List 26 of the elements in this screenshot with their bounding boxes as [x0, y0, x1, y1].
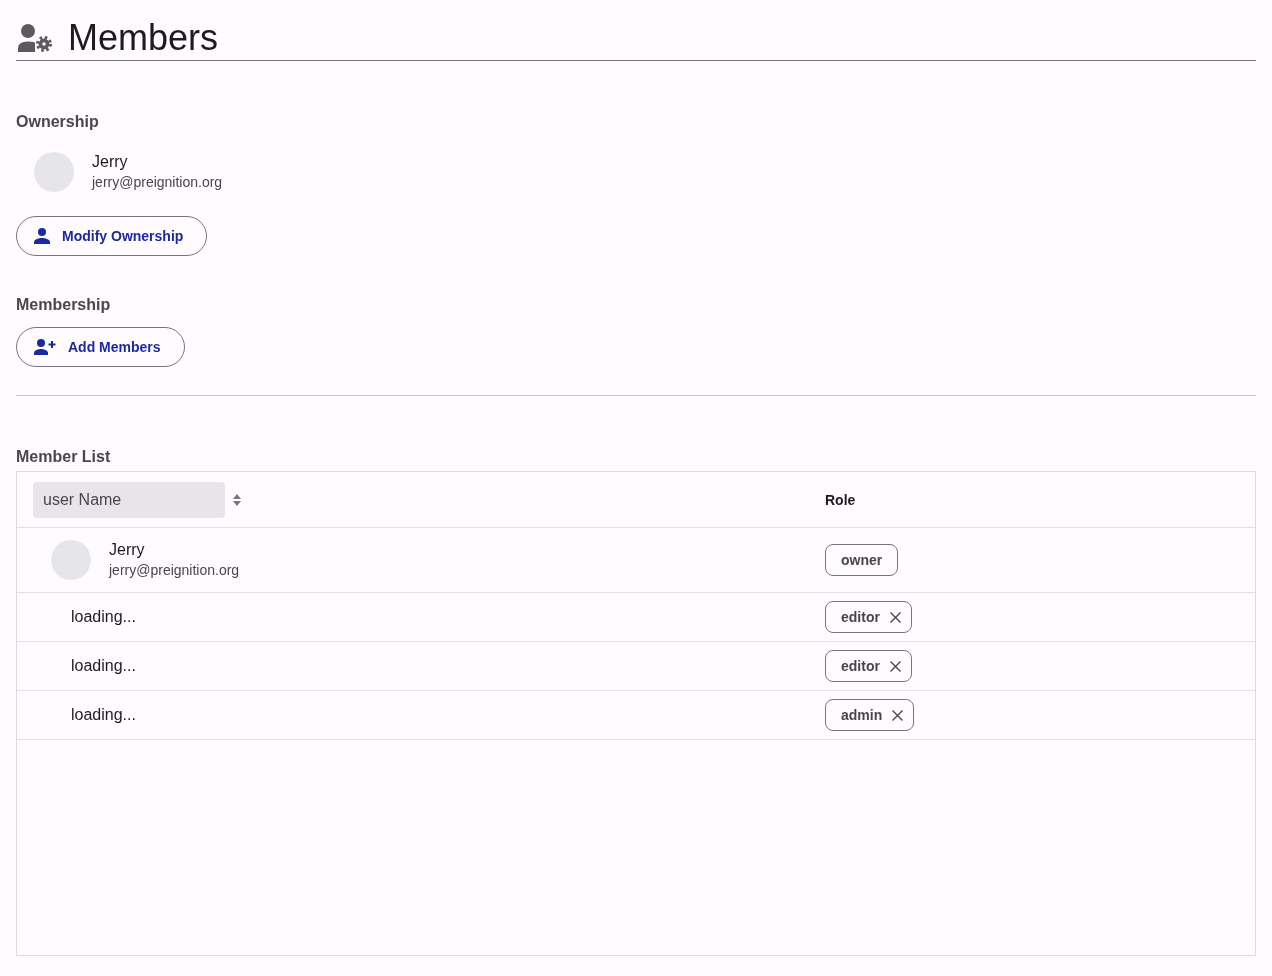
role-chip[interactable]: admin	[825, 699, 915, 731]
role-chip[interactable]: editor	[825, 650, 912, 682]
person-gear-icon	[18, 24, 52, 52]
member-name: Jerry	[109, 540, 146, 560]
sort-header-button[interactable]: user Name	[33, 481, 225, 518]
avatar-icon	[34, 152, 74, 192]
member-email: jerry@preignition.org	[109, 561, 240, 580]
page-title: Members	[68, 16, 219, 60]
owner-email: jerry@preignition.org	[92, 173, 223, 192]
loading-text: loading...	[71, 706, 136, 724]
close-icon[interactable]	[889, 611, 901, 623]
section-heading: Membership	[16, 295, 112, 315]
role-chip[interactable]: editor	[825, 601, 912, 633]
sort-icon[interactable]	[233, 493, 241, 506]
add-person-icon	[34, 339, 56, 355]
close-icon[interactable]	[892, 709, 904, 721]
loading-text: loading...	[71, 608, 136, 626]
loading-text: loading...	[71, 657, 136, 675]
person-icon	[34, 228, 50, 244]
avatar-icon	[51, 540, 91, 580]
section-heading: Member List	[16, 447, 112, 467]
close-icon[interactable]	[889, 660, 901, 672]
role-chip[interactable]: owner	[825, 544, 899, 576]
column-header: Role	[825, 491, 856, 508]
section-heading: Ownership	[16, 112, 100, 132]
owner-name: Jerry	[92, 152, 129, 172]
